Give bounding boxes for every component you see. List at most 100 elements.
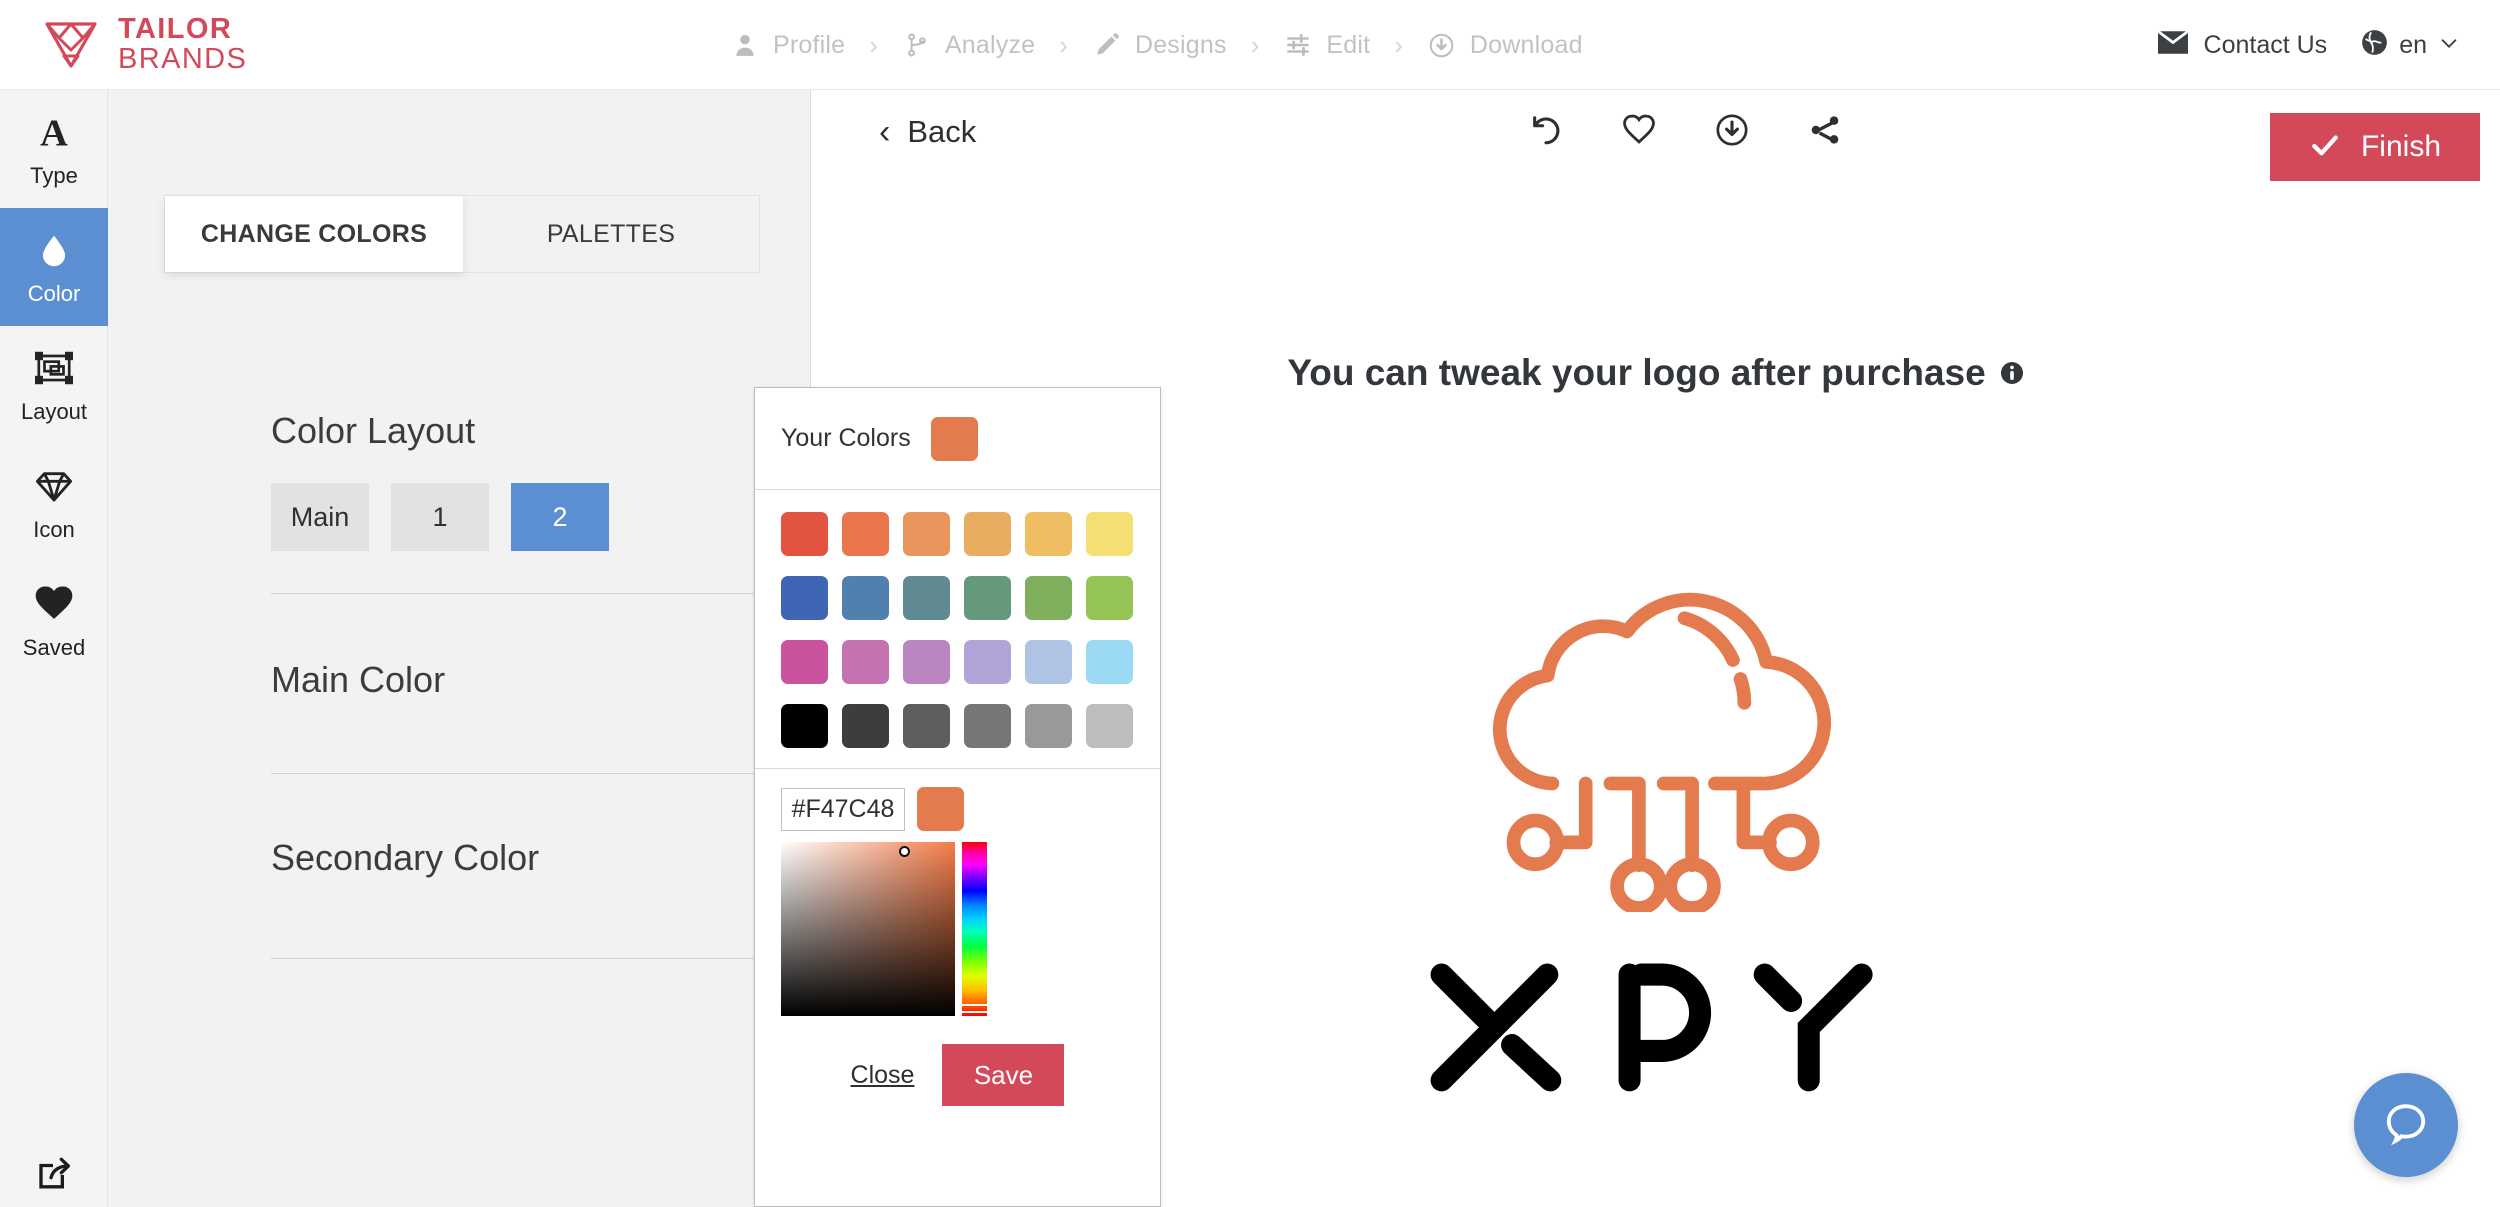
tweak-note-text: You can tweak your logo after purchase: [1287, 352, 1986, 393]
layout-option-2[interactable]: 2: [511, 483, 609, 551]
nav-step-analyze[interactable]: Analyze: [902, 30, 1035, 60]
close-button[interactable]: Close: [851, 1061, 915, 1090]
heart-outline-icon[interactable]: [1619, 110, 1659, 150]
preset-swatch-9[interactable]: [964, 576, 1011, 620]
layout-option-label: 1: [432, 501, 448, 532]
saturation-area: [781, 842, 1134, 1016]
brand-line-1: TAILOR: [118, 12, 233, 45]
language-selector[interactable]: en: [2361, 29, 2460, 61]
layout-option-1[interactable]: 1: [391, 483, 489, 551]
hue-handle[interactable]: [962, 1004, 987, 1013]
undo-icon[interactable]: [1526, 110, 1566, 150]
preset-swatch-19[interactable]: [842, 704, 889, 748]
language-label: en: [2399, 30, 2427, 59]
preset-swatch-4[interactable]: [1025, 512, 1072, 556]
preset-swatch-7[interactable]: [842, 576, 889, 620]
check-icon: [2309, 129, 2341, 166]
preset-swatch-17[interactable]: [1086, 640, 1133, 684]
layout-option-main[interactable]: Main: [271, 483, 369, 551]
rail-item-layout[interactable]: Layout: [0, 326, 108, 444]
preset-swatch-6[interactable]: [781, 576, 828, 620]
rail-item-type[interactable]: A Type: [0, 90, 108, 208]
preset-swatch-22[interactable]: [1025, 704, 1072, 748]
preset-swatch-grid: [755, 490, 1160, 769]
main-color-label: Main Color: [271, 659, 446, 700]
nav-step-label: Edit: [1326, 30, 1371, 59]
letter-a-icon: A: [34, 110, 74, 154]
cloud-network-icon: [1466, 560, 1846, 917]
preset-swatch-1[interactable]: [842, 512, 889, 556]
tool-rail: A Type Color Layout Icon Saved: [0, 90, 108, 1207]
hex-row: [781, 787, 1134, 831]
color-panel: CHANGE COLORS PALETTES Color Layout Main…: [108, 90, 811, 1207]
rail-item-label: Icon: [33, 516, 75, 542]
saturation-handle[interactable]: [899, 846, 910, 857]
hex-input[interactable]: [781, 787, 905, 831]
info-icon[interactable]: [2000, 361, 2024, 385]
nav-step-designs[interactable]: Designs: [1092, 30, 1227, 60]
rail-item-label: Color: [27, 280, 81, 306]
contact-us-button[interactable]: Contact Us: [2156, 30, 2328, 60]
nav-separator: ›: [869, 29, 878, 60]
preset-swatch-16[interactable]: [1025, 640, 1072, 684]
preset-swatch-11[interactable]: [1086, 576, 1133, 620]
preset-swatch-18[interactable]: [781, 704, 828, 748]
share-export-button[interactable]: [0, 1154, 108, 1199]
top-bar: TAILOR BRANDS Profile › Analyze › Design…: [0, 0, 2500, 90]
rail-item-color[interactable]: Color: [0, 208, 108, 326]
save-button[interactable]: Save: [942, 1044, 1065, 1106]
preset-swatch-3[interactable]: [964, 512, 1011, 556]
saturation-value-box[interactable]: [781, 842, 955, 1016]
hue-slider[interactable]: [962, 842, 987, 1016]
nav-step-download[interactable]: Download: [1427, 30, 1583, 60]
logo-wordmark-xpy: [1421, 951, 1891, 1103]
preset-swatch-0[interactable]: [781, 512, 828, 556]
preset-swatch-10[interactable]: [1025, 576, 1072, 620]
nav-step-edit[interactable]: Edit: [1283, 30, 1370, 60]
svg-text:A: A: [40, 112, 68, 152]
heart-icon: [34, 582, 74, 626]
panel-divider: [271, 958, 810, 959]
download-circle-icon[interactable]: [1712, 110, 1752, 150]
preset-swatch-14[interactable]: [903, 640, 950, 684]
chat-bubble-icon: [2382, 1099, 2430, 1152]
rail-item-label: Layout: [20, 398, 88, 424]
preset-swatch-2[interactable]: [903, 512, 950, 556]
rail-item-label: Saved: [22, 634, 86, 660]
contact-us-label: Contact Us: [2203, 30, 2328, 59]
pencil-icon: [1092, 30, 1122, 60]
nav-step-label: Analyze: [944, 30, 1036, 59]
diamond-icon: [34, 464, 74, 508]
progress-nav: Profile › Analyze › Designs › Edit › Dow…: [730, 0, 1583, 90]
nav-step-profile[interactable]: Profile: [730, 30, 845, 60]
preset-swatch-5[interactable]: [1086, 512, 1133, 556]
preset-swatch-20[interactable]: [903, 704, 950, 748]
preset-swatch-21[interactable]: [964, 704, 1011, 748]
brand-line-2: BRANDS: [118, 42, 248, 75]
share-icon[interactable]: [1805, 110, 1845, 150]
brand-logo[interactable]: TAILOR BRANDS: [42, 12, 248, 75]
tab-palettes[interactable]: PALETTES: [463, 196, 759, 272]
picker-actions: Close Save: [781, 1044, 1134, 1106]
preset-swatch-13[interactable]: [842, 640, 889, 684]
secondary-color-row: Secondary Color: [271, 808, 810, 908]
finish-button[interactable]: Finish: [2270, 113, 2480, 181]
main-color-row: Main Color: [271, 630, 810, 730]
nav-step-label: Profile: [773, 30, 846, 59]
rail-item-icon[interactable]: Icon: [0, 444, 108, 562]
tailor-brands-heart-diamond-icon: [42, 18, 100, 72]
help-chat-button[interactable]: [2354, 1073, 2458, 1177]
user-icon: [730, 30, 760, 60]
panel-tabs: CHANGE COLORS PALETTES: [164, 195, 760, 273]
preset-swatch-12[interactable]: [781, 640, 828, 684]
download-circle-icon: [1427, 30, 1457, 60]
preset-swatch-15[interactable]: [964, 640, 1011, 684]
tab-label: CHANGE COLORS: [200, 219, 428, 248]
hex-preview-swatch: [917, 787, 964, 831]
preset-swatch-8[interactable]: [903, 576, 950, 620]
preset-swatch-23[interactable]: [1086, 704, 1133, 748]
rail-item-saved[interactable]: Saved: [0, 562, 108, 680]
current-color-swatch[interactable]: [930, 416, 978, 461]
color-picker-popup: Your Colors Close Save: [754, 387, 1161, 1207]
tab-change-colors[interactable]: CHANGE COLORS: [165, 196, 463, 272]
